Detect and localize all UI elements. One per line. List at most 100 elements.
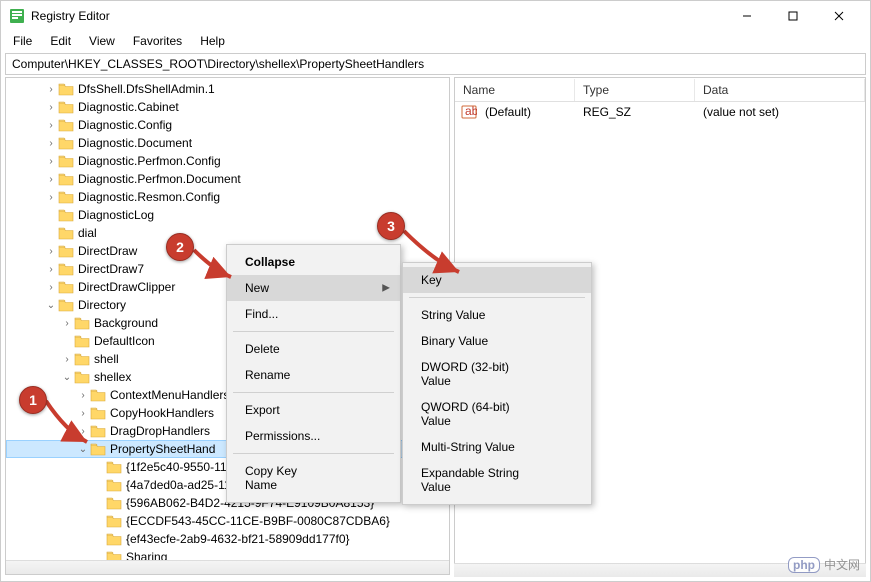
tree-node-label: Diagnostic.Resmon.Config <box>78 190 220 204</box>
menu-help[interactable]: Help <box>192 32 233 50</box>
ctx-separator-2 <box>233 392 394 393</box>
submenu-qword[interactable]: QWORD (64-bit) Value <box>403 394 591 434</box>
window-title: Registry Editor <box>31 9 724 23</box>
expander-icon[interactable]: › <box>44 84 58 95</box>
tree-node-label: DefaultIcon <box>94 334 155 348</box>
ctx-export[interactable]: Export <box>227 397 400 423</box>
expander-icon[interactable]: › <box>44 174 58 185</box>
maximize-button[interactable] <box>770 1 816 31</box>
values-header[interactable]: Name Type Data <box>455 78 865 102</box>
ctx-delete[interactable]: Delete <box>227 336 400 362</box>
ctx-new-label: New <box>245 281 269 295</box>
menu-favorites[interactable]: Favorites <box>125 32 190 50</box>
watermark-cn: 中文网 <box>824 556 860 573</box>
context-menu[interactable]: Collapse New ▶ Find... Delete Rename Exp… <box>226 244 401 503</box>
tree-node-label: Background <box>94 316 158 330</box>
value-data: (value not set) <box>695 103 865 121</box>
tree-node-label: CopyHookHandlers <box>110 406 214 420</box>
svg-text:ab: ab <box>465 104 477 118</box>
submenu-expand[interactable]: Expandable String Value <box>403 460 591 500</box>
header-type[interactable]: Type <box>575 79 695 101</box>
tree-node-label: DfsShell.DfsShellAdmin.1 <box>78 82 215 96</box>
expander-icon[interactable]: › <box>44 282 58 293</box>
tree-node-label: DirectDraw7 <box>78 262 144 276</box>
tree-node[interactable]: › Diagnostic.Resmon.Config <box>6 188 449 206</box>
expander-icon[interactable]: › <box>60 354 74 365</box>
header-name[interactable]: Name <box>455 79 575 101</box>
tree-node[interactable]: › Diagnostic.Cabinet <box>6 98 449 116</box>
tree-node-label: Directory <box>78 298 126 312</box>
tree-node[interactable]: › Diagnostic.Document <box>6 134 449 152</box>
expander-icon[interactable]: › <box>44 120 58 131</box>
address-bar[interactable]: Computer\HKEY_CLASSES_ROOT\Directory\she… <box>5 53 866 75</box>
tree-node-label: ContextMenuHandlers <box>110 388 229 402</box>
tree-node[interactable]: › DfsShell.DfsShellAdmin.1 <box>6 80 449 98</box>
submenu-arrow-icon: ▶ <box>382 283 390 294</box>
app-icon <box>9 8 25 24</box>
menubar: File Edit View Favorites Help <box>1 31 870 51</box>
tree-node-label: Diagnostic.Perfmon.Document <box>78 172 241 186</box>
expander-icon[interactable]: ⌄ <box>76 444 90 455</box>
submenu-dword[interactable]: DWORD (32-bit) Value <box>403 354 591 394</box>
close-button[interactable] <box>816 1 862 31</box>
tree-node-label: DiagnosticLog <box>78 208 154 222</box>
expander-icon[interactable]: › <box>60 318 74 329</box>
menu-view[interactable]: View <box>81 32 123 50</box>
menu-file[interactable]: File <box>5 32 40 50</box>
header-data[interactable]: Data <box>695 79 865 101</box>
expander-icon[interactable]: ⌄ <box>44 300 58 311</box>
tree-node[interactable]: › Diagnostic.Perfmon.Document <box>6 170 449 188</box>
watermark-php: php <box>788 557 820 573</box>
tree-node-label: Diagnostic.Perfmon.Config <box>78 154 221 168</box>
tree-node-label: DragDropHandlers <box>110 424 210 438</box>
new-submenu[interactable]: Key String Value Binary Value DWORD (32-… <box>402 262 592 505</box>
submenu-multi[interactable]: Multi-String Value <box>403 434 591 460</box>
submenu-binary[interactable]: Binary Value <box>403 328 591 354</box>
ctx-rename[interactable]: Rename <box>227 362 400 388</box>
expander-icon[interactable]: › <box>76 426 90 437</box>
ctx-separator-3 <box>233 453 394 454</box>
minimize-button[interactable] <box>724 1 770 31</box>
tree-node-label: Diagnostic.Config <box>78 118 172 132</box>
tree-node-label: dial <box>78 226 97 240</box>
expander-icon[interactable]: › <box>44 192 58 203</box>
tree-node-label: Diagnostic.Document <box>78 136 192 150</box>
tree-node-label: {ef43ecfe-2ab9-4632-bf21-58909dd177f0} <box>126 532 350 546</box>
value-name: (Default) <box>477 103 575 121</box>
expander-icon[interactable]: ⌄ <box>60 372 74 383</box>
value-row[interactable]: ab (Default) REG_SZ (value not set) <box>455 102 865 122</box>
ctx-find[interactable]: Find... <box>227 301 400 327</box>
tree-node[interactable]: ›{ECCDF543-45CC-11CE-B9BF-0080C87CDBA6} <box>6 512 449 530</box>
tree-node-label: shell <box>94 352 119 366</box>
submenu-key[interactable]: Key <box>403 267 591 293</box>
expander-icon[interactable]: › <box>44 138 58 149</box>
expander-icon[interactable]: › <box>44 246 58 257</box>
titlebar: Registry Editor <box>1 1 870 31</box>
tree-node[interactable]: › Diagnostic.Config <box>6 116 449 134</box>
expander-icon[interactable]: › <box>44 156 58 167</box>
expander-icon[interactable]: › <box>44 264 58 275</box>
callout-2: 2 <box>166 233 194 261</box>
ctx-collapse[interactable]: Collapse <box>227 249 400 275</box>
ctx-permissions[interactable]: Permissions... <box>227 423 400 449</box>
tree-node[interactable]: ›{ef43ecfe-2ab9-4632-bf21-58909dd177f0} <box>6 530 449 548</box>
callout-3: 3 <box>377 212 405 240</box>
tree-node-label: shellex <box>94 370 131 384</box>
string-value-icon: ab <box>461 104 477 120</box>
ctx-copy-key-name[interactable]: Copy Key Name <box>227 458 400 498</box>
expander-icon[interactable]: › <box>76 390 90 401</box>
address-text: Computer\HKEY_CLASSES_ROOT\Directory\she… <box>12 57 424 71</box>
submenu-string[interactable]: String Value <box>403 302 591 328</box>
value-type: REG_SZ <box>575 103 695 121</box>
menu-edit[interactable]: Edit <box>42 32 79 50</box>
submenu-separator <box>409 297 585 298</box>
tree-horizontal-scrollbar[interactable] <box>6 560 449 574</box>
ctx-separator-1 <box>233 331 394 332</box>
callout-1: 1 <box>19 386 47 414</box>
tree-node[interactable]: › Diagnostic.Perfmon.Config <box>6 152 449 170</box>
tree-node-label: DirectDrawClipper <box>78 280 175 294</box>
expander-icon[interactable]: › <box>44 102 58 113</box>
expander-icon[interactable]: › <box>76 408 90 419</box>
ctx-new[interactable]: New ▶ <box>227 275 400 301</box>
tree-node-label: Diagnostic.Cabinet <box>78 100 179 114</box>
